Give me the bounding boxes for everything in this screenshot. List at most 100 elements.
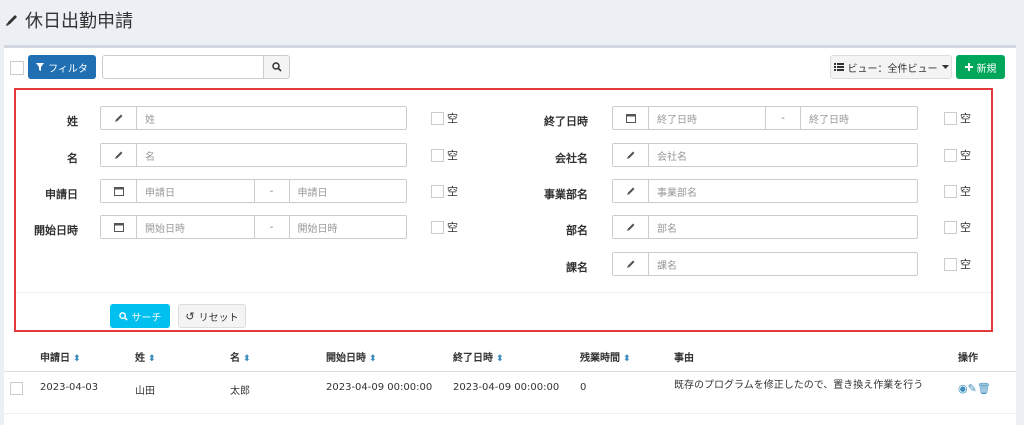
- pencil-icon: [613, 144, 649, 166]
- range-separator: -: [765, 107, 801, 129]
- column-header-reason: 事由: [670, 343, 954, 372]
- column-header-hours[interactable]: 残業時間 ⬍: [576, 343, 670, 372]
- page-header: 休日出勤申請: [0, 0, 133, 40]
- empty-toggle-end[interactable]: 空: [944, 110, 971, 126]
- section-field[interactable]: 課名: [612, 252, 918, 276]
- cell-start: 2023-04-09 00:00:00: [322, 371, 449, 414]
- view-icon[interactable]: ◉: [958, 382, 968, 395]
- reset-label: リセット: [198, 312, 239, 324]
- sort-icon: ⬍: [148, 354, 156, 365]
- dept-placeholder: 部名: [657, 223, 677, 235]
- view-dropdown-label: ビュー：全件ビュー: [847, 63, 938, 75]
- view-dropdown[interactable]: ビュー：全件ビュー: [830, 55, 952, 79]
- division-placeholder: 事業部名: [657, 187, 697, 199]
- trash-icon[interactable]: 🗑: [977, 382, 991, 395]
- caret-down-icon: [941, 65, 949, 69]
- empty-toggle-apply-date[interactable]: 空: [431, 183, 458, 199]
- new-button[interactable]: 新規: [956, 55, 1005, 79]
- empty-toggle-section[interactable]: 空: [944, 256, 971, 272]
- empty-toggle-dept[interactable]: 空: [944, 219, 971, 235]
- apply-date-range[interactable]: 申請日 - 申請日: [100, 179, 407, 203]
- label-dept: 部名: [566, 224, 588, 237]
- empty-toggle-company[interactable]: 空: [944, 147, 971, 163]
- cell-reason: 既存のプログラムを修正したので、置き換え作業を行う: [670, 371, 954, 414]
- range-separator: -: [253, 216, 290, 238]
- undo-icon: ↺: [185, 309, 195, 323]
- empty-toggle-mei[interactable]: 空: [431, 147, 458, 163]
- sei-field[interactable]: 姓: [100, 106, 407, 130]
- label-division: 事業部名: [544, 188, 588, 201]
- empty-toggle-sei[interactable]: 空: [431, 110, 458, 126]
- end-to: 終了日時: [809, 114, 849, 126]
- cell-mei: 太郎: [226, 371, 322, 414]
- column-header-mei[interactable]: 名 ⬍: [226, 343, 322, 372]
- column-header-apply-date[interactable]: 申請日 ⬍: [36, 343, 131, 372]
- column-header-start[interactable]: 開始日時 ⬍: [322, 343, 449, 372]
- table-row: 2023-04-03 山田 太郎 2023-04-09 00:00:00 202…: [4, 371, 1016, 414]
- list-icon: [833, 63, 844, 71]
- table-header-row: 申請日 ⬍ 姓 ⬍ 名 ⬍ 開始日時 ⬍ 終了日時 ⬍ 残業時間 ⬍ 事由 操作: [4, 343, 1016, 372]
- calendar-icon: [101, 216, 137, 238]
- sort-icon: ⬍: [243, 354, 251, 365]
- filter-panel: 姓 姓 空 名 名 空 申請日 申請日 - 申請日 空 開始日時 開始日時 - …: [14, 88, 993, 332]
- empty-toggle-start[interactable]: 空: [431, 219, 458, 235]
- reset-button[interactable]: ↺ リセット: [178, 304, 246, 328]
- calendar-icon: [101, 180, 137, 202]
- label-apply-date: 申請日: [45, 188, 78, 201]
- end-range[interactable]: 終了日時 - 終了日時: [612, 106, 918, 130]
- cell-end: 2023-04-09 00:00:00: [449, 371, 576, 414]
- filter-icon: [36, 63, 45, 71]
- empty-toggle-division[interactable]: 空: [944, 183, 971, 199]
- new-button-label: 新規: [976, 63, 997, 75]
- apply-date-to: 申請日: [297, 187, 328, 199]
- edit-icon[interactable]: ✎: [968, 382, 977, 395]
- start-from: 開始日時: [145, 223, 185, 235]
- main-panel: フィルタ ビュー：全件ビュー 新規 姓 姓 空 名 名 空 申請日 申請日 - …: [4, 45, 1016, 425]
- label-company: 会社名: [555, 152, 588, 165]
- sei-placeholder: 姓: [145, 114, 155, 126]
- end-from: 終了日時: [657, 114, 697, 126]
- section-placeholder: 課名: [657, 260, 677, 272]
- sort-icon: ⬍: [73, 354, 81, 365]
- column-header-sei[interactable]: 姓 ⬍: [131, 343, 226, 372]
- cell-hours: 0: [576, 371, 670, 414]
- mei-placeholder: 名: [145, 151, 155, 163]
- pencil-icon: [613, 253, 649, 275]
- cell-apply-date: 2023-04-03: [36, 371, 131, 414]
- column-header-actions: 操作: [954, 343, 1016, 372]
- company-field[interactable]: 会社名: [612, 143, 918, 167]
- toolbar: フィルタ ビュー：全件ビュー 新規: [4, 48, 1016, 88]
- company-placeholder: 会社名: [657, 151, 687, 163]
- start-to: 開始日時: [297, 223, 338, 235]
- search-submit-button[interactable]: サーチ: [110, 304, 170, 328]
- label-end: 終了日時: [544, 115, 588, 128]
- divider: [16, 292, 991, 293]
- start-range[interactable]: 開始日時 - 開始日時: [100, 215, 407, 239]
- search-input[interactable]: [102, 55, 264, 79]
- division-field[interactable]: 事業部名: [612, 179, 918, 203]
- filter-button-label: フィルタ: [48, 63, 88, 75]
- pencil-icon: [613, 180, 649, 202]
- pencil-icon: [6, 15, 17, 26]
- apply-date-from: 申請日: [145, 187, 175, 199]
- calendar-icon: [613, 107, 649, 129]
- select-all-checkbox[interactable]: [10, 61, 24, 75]
- plus-icon: [964, 63, 973, 71]
- results-table: 申請日 ⬍ 姓 ⬍ 名 ⬍ 開始日時 ⬍ 終了日時 ⬍ 残業時間 ⬍ 事由 操作 2023-…: [4, 343, 1016, 414]
- search-icon: [271, 62, 282, 72]
- row-checkbox[interactable]: [10, 381, 23, 395]
- range-separator: -: [253, 180, 290, 202]
- column-header-end[interactable]: 終了日時 ⬍: [449, 343, 576, 372]
- search-button[interactable]: [264, 55, 290, 79]
- label-section: 課名: [566, 261, 588, 274]
- label-sei: 姓: [67, 115, 78, 128]
- label-start: 開始日時: [34, 224, 78, 237]
- mei-field[interactable]: 名: [100, 143, 407, 167]
- dept-field[interactable]: 部名: [612, 215, 918, 239]
- filter-button[interactable]: フィルタ: [28, 55, 96, 79]
- pencil-icon: [101, 107, 137, 129]
- page-title: 休日出勤申請: [25, 11, 133, 32]
- cell-actions: ◉✎🗑: [954, 371, 1016, 414]
- label-mei: 名: [67, 152, 78, 165]
- pencil-icon: [613, 216, 649, 238]
